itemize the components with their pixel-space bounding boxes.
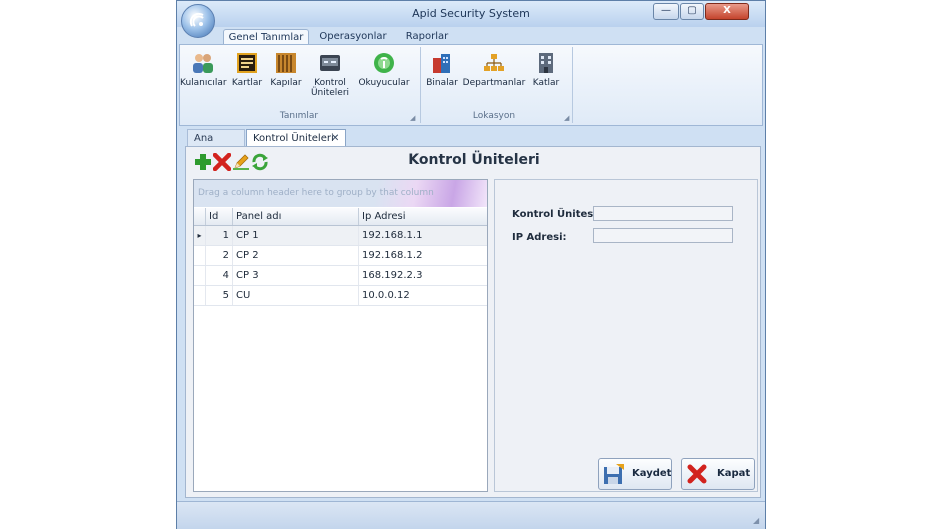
grid-header-row: Id Panel adı Ip Adresi: [194, 208, 487, 226]
row-indicator-icon: [194, 266, 206, 285]
ip-label: IP Adresi:: [512, 232, 567, 243]
ribbon-tab-operasyonlar[interactable]: Operasyonlar: [317, 29, 389, 45]
group-separator: [572, 47, 573, 123]
maximize-button[interactable]: ▢: [680, 3, 704, 20]
doc-tab-kontrol-uniteleri[interactable]: Kontrol Üniteleri ✕: [246, 129, 346, 147]
column-header-ip-adresi[interactable]: Ip Adresi: [359, 208, 487, 225]
close-form-label: Kapat: [717, 468, 751, 479]
cell-panel-adi: CP 2: [233, 246, 359, 265]
group-separator: [420, 47, 421, 123]
app-logo-icon: [189, 12, 204, 27]
cell-panel-adi: CP 1: [233, 226, 359, 245]
buildings-button[interactable]: Binalar: [424, 49, 460, 88]
detail-form-panel: Kontrol Ünitesi: IP Adresi: Kaydet Kapat: [494, 179, 758, 492]
cell-id: 2: [206, 246, 233, 265]
title-bar[interactable]: Apid Security System — ▢ X: [177, 1, 765, 27]
cell-id: 5: [206, 286, 233, 305]
doc-tab-ana-sayfa[interactable]: Ana Sayfa: [187, 129, 245, 162]
group-label-lokasyon: Lokasyon: [472, 111, 516, 121]
control-unit-icon: [319, 52, 341, 74]
minimize-button[interactable]: —: [653, 3, 679, 20]
table-row[interactable]: 4 CP 3 168.192.2.3: [194, 266, 487, 286]
column-header-panel-adi[interactable]: Panel adı: [233, 208, 359, 225]
close-form-button[interactable]: Kapat: [681, 458, 755, 490]
control-units-button[interactable]: Kontrol Üniteleri: [308, 49, 352, 98]
page-title: Kontrol Üniteleri: [408, 152, 540, 168]
reader-icon: [373, 52, 395, 74]
delete-icon[interactable]: [213, 153, 231, 171]
row-indicator-icon: [194, 286, 206, 305]
unit-input[interactable]: [593, 206, 733, 221]
cell-ip-adresi: 168.192.2.3: [362, 270, 423, 281]
card-icon: [236, 52, 258, 74]
app-window: Apid Security System — ▢ X Genel Tanımla…: [176, 0, 766, 529]
users-button[interactable]: Kulanıcılar: [180, 49, 227, 88]
ribbon-tab-raporlar[interactable]: Raporlar: [399, 29, 455, 45]
door-icon: [275, 52, 297, 74]
readers-button[interactable]: Okuyucular: [356, 49, 412, 88]
status-bar: ◢: [177, 501, 765, 529]
header-indicator-cell: [194, 208, 206, 225]
cell-ip-adresi: 10.0.0.12: [362, 290, 410, 301]
ip-input[interactable]: [593, 228, 733, 243]
close-form-icon: [687, 464, 707, 484]
add-icon[interactable]: [194, 153, 212, 171]
unit-label: Kontrol Ünitesi:: [512, 209, 601, 220]
floors-button[interactable]: Katlar: [530, 49, 562, 88]
app-menu-button[interactable]: [181, 4, 215, 38]
refresh-icon[interactable]: [251, 153, 269, 171]
departments-button[interactable]: Departmanlar: [462, 49, 526, 88]
edit-icon[interactable]: [232, 153, 250, 171]
table-row[interactable]: ▸ 1 CP 1 192.168.1.1: [194, 226, 487, 246]
floors-icon: [535, 52, 557, 74]
group-by-panel[interactable]: Drag a column header here to group by th…: [194, 180, 487, 207]
cell-ip-adresi: 192.168.1.1: [362, 230, 423, 241]
table-row[interactable]: 5 CU 10.0.0.12: [194, 286, 487, 306]
users-icon: [192, 52, 214, 74]
save-icon: [604, 464, 624, 484]
table-row[interactable]: 2 CP 2 192.168.1.2: [194, 246, 487, 266]
cell-panel-adi: CP 3: [233, 266, 359, 285]
document-tab-bar: Ana Sayfa Kontrol Üniteleri ✕: [177, 127, 765, 162]
ribbon-panel: Kulanıcılar Kartlar Kapılar Kontrol Ünit…: [179, 44, 763, 126]
cell-id: 4: [206, 266, 233, 285]
departments-icon: [483, 52, 505, 74]
cell-ip-adresi: 192.168.1.2: [362, 250, 423, 261]
save-button[interactable]: Kaydet: [598, 458, 672, 490]
close-button[interactable]: X: [705, 3, 749, 20]
cell-panel-adi: CU: [233, 286, 359, 305]
resize-grip-icon[interactable]: ◢: [753, 516, 759, 525]
group-launcher-icon[interactable]: ◢: [564, 114, 569, 122]
group-launcher-icon[interactable]: ◢: [410, 114, 415, 122]
control-units-grid[interactable]: Drag a column header here to group by th…: [193, 179, 488, 492]
content-panel: Kontrol Üniteleri Drag a column header h…: [185, 146, 761, 498]
column-header-id[interactable]: Id: [206, 208, 233, 225]
cell-id: 1: [206, 226, 233, 245]
doc-tab-label: Kontrol Üniteleri: [253, 133, 334, 144]
doors-button[interactable]: Kapılar: [268, 49, 304, 88]
save-label: Kaydet: [632, 468, 672, 479]
ribbon-tab-genel-tanimlar[interactable]: Genel Tanımlar: [223, 29, 309, 45]
row-indicator-icon: ▸: [194, 226, 206, 245]
row-indicator-icon: [194, 246, 206, 265]
buildings-icon: [431, 52, 453, 74]
cards-button[interactable]: Kartlar: [228, 49, 266, 88]
group-label-tanimlar: Tanımlar: [279, 111, 319, 121]
ribbon-tab-bar: Genel Tanımlar Operasyonlar Raporlar: [177, 27, 765, 45]
